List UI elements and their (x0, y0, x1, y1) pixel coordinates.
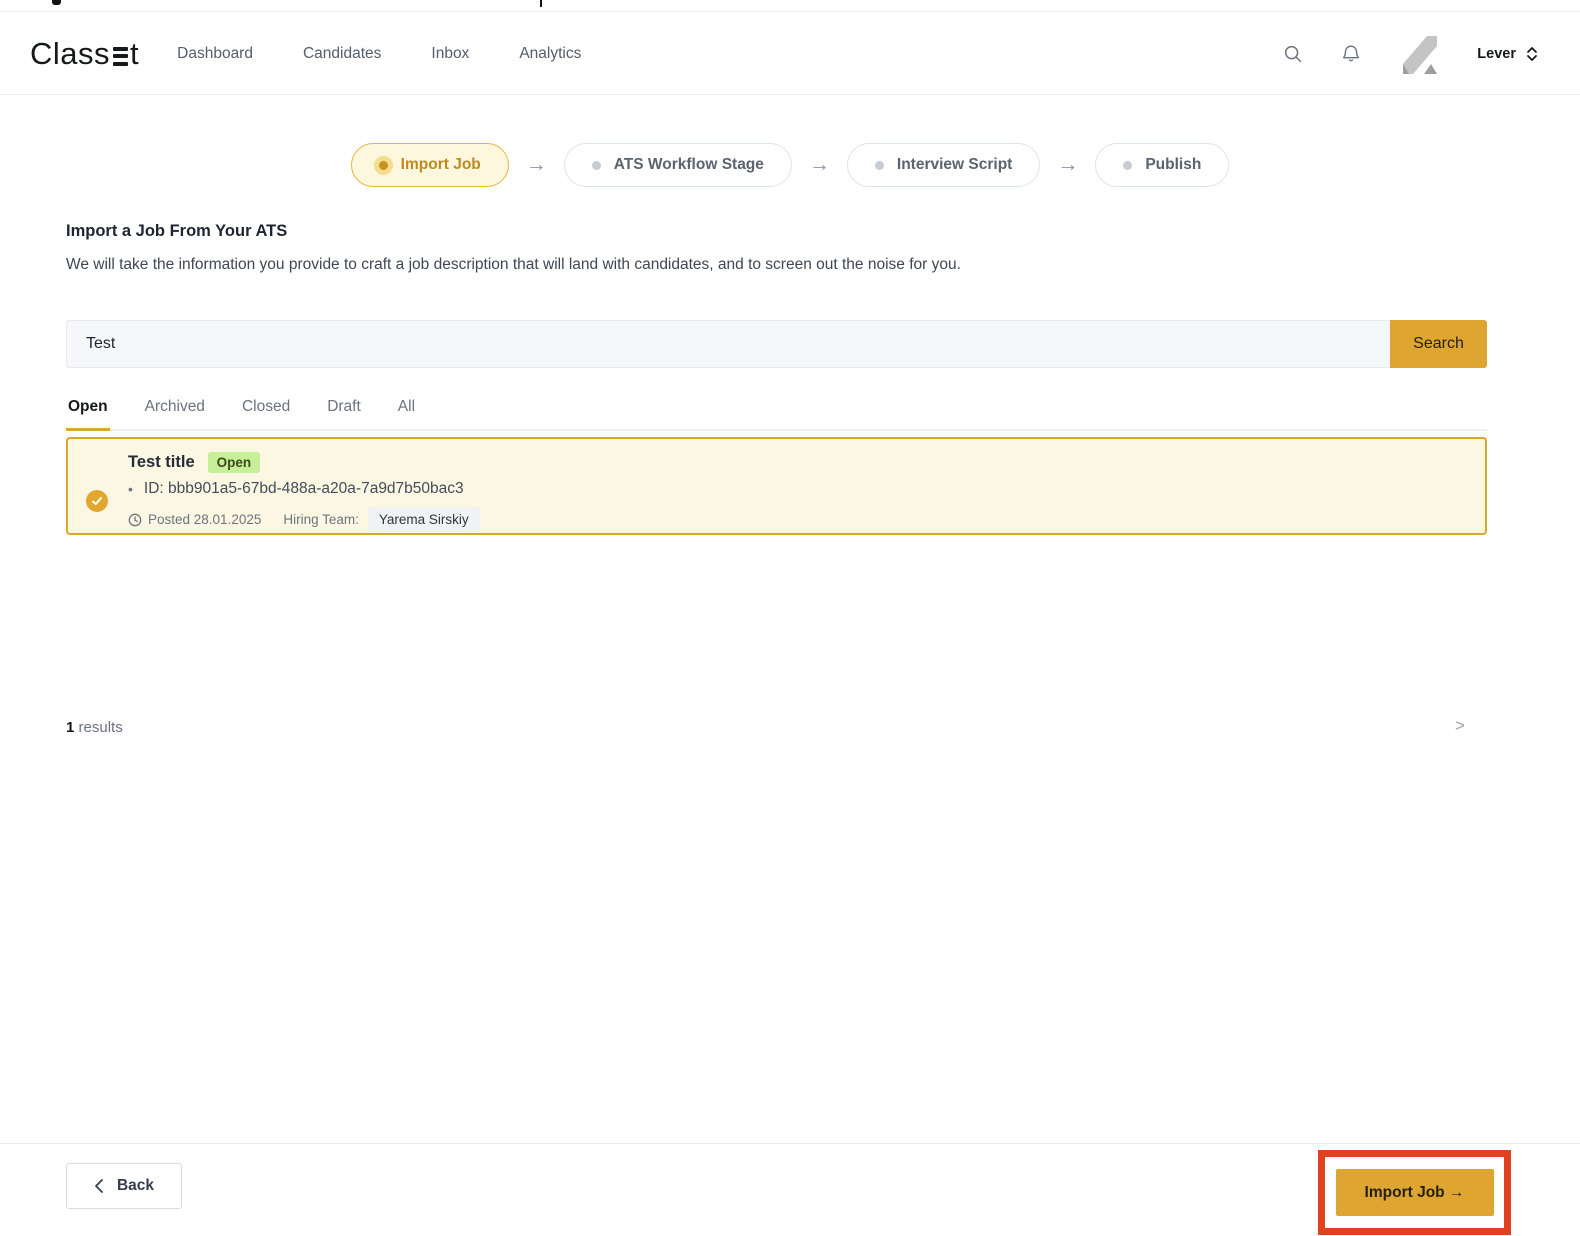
search-button[interactable]: Search (1390, 320, 1487, 368)
step-arrow-icon: → (808, 153, 830, 176)
job-search-bar: Search (66, 320, 1487, 368)
red-highlight-annotation: Import Job → (1318, 1150, 1511, 1235)
tab-open[interactable]: Open (66, 392, 110, 431)
header-right-cluster: Lever (1281, 31, 1538, 76)
wizard-stepper: Import Job → ATS Workflow Stage → Interv… (0, 143, 1580, 187)
page-description: We will take the information you provide… (66, 256, 961, 273)
bullet-icon: • (128, 481, 133, 497)
lever-org-avatar[interactable] (1397, 31, 1444, 76)
page-title: Import a Job From Your ATS (66, 222, 288, 240)
results-label: results (78, 719, 123, 736)
step-interview-script[interactable]: Interview Script (846, 143, 1041, 187)
step-label: ATS Workflow Stage (613, 156, 764, 173)
status-badge: Open (207, 452, 261, 473)
job-result-card[interactable]: Test title Open • ID: bbb901a5-67bd-488a… (66, 437, 1487, 535)
nav-item-dashboard[interactable]: Dashboard (177, 45, 253, 63)
results-count: 1 (66, 719, 75, 736)
hiring-team-label: Hiring Team: (283, 512, 359, 527)
step-dot-icon (378, 160, 388, 170)
step-ats-workflow-stage[interactable]: ATS Workflow Stage (563, 143, 792, 187)
job-title: Test title (128, 453, 195, 471)
search-icon[interactable] (1281, 42, 1305, 66)
logo-e-bars-icon (113, 46, 129, 66)
selected-check-icon (86, 490, 108, 512)
results-summary: 1 results (66, 719, 123, 736)
main-nav: Dashboard Candidates Inbox Analytics (177, 45, 581, 63)
tab-archived[interactable]: Archived (143, 392, 207, 431)
step-dot-icon (1123, 160, 1133, 170)
step-dot-icon (874, 160, 884, 170)
hiring-team-chip: Yarema Sirskiy (367, 507, 480, 532)
step-label: Interview Script (896, 156, 1013, 173)
job-id: ID: bbb901a5-67bd-488a-a20a-7a9d7b50bac3 (143, 480, 464, 497)
nav-item-analytics[interactable]: Analytics (519, 45, 581, 63)
chevron-left-icon (95, 1179, 103, 1193)
job-search-input[interactable] (66, 320, 1390, 368)
tab-all[interactable]: All (396, 392, 417, 431)
tab-closed[interactable]: Closed (240, 392, 292, 431)
footer-divider (0, 1143, 1580, 1144)
clock-icon (128, 513, 142, 527)
chevron-updown-icon (1527, 46, 1537, 61)
step-arrow-icon: → (525, 153, 547, 176)
logo-text-suffix: t (130, 35, 140, 71)
back-label: Back (116, 1177, 155, 1194)
import-job-button[interactable]: Import Job → (1335, 1169, 1494, 1216)
step-publish[interactable]: Publish (1095, 143, 1230, 187)
cutoff-artifact (540, 0, 542, 7)
job-card-body: Test title Open • ID: bbb901a5-67bd-488a… (68, 439, 1485, 532)
tab-draft[interactable]: Draft (325, 392, 363, 431)
step-dot-icon (591, 160, 601, 170)
job-posted-date: Posted 28.01.2025 (148, 512, 262, 527)
step-arrow-icon: → (1057, 153, 1079, 176)
nav-item-inbox[interactable]: Inbox (431, 45, 469, 63)
cutoff-artifact (52, 0, 61, 5)
step-label: Import Job (400, 156, 481, 173)
app-header: Class t Dashboard Candidates Inbox Analy… (0, 13, 1580, 95)
org-name: Lever (1477, 45, 1516, 62)
top-cutoff-strip (0, 0, 1580, 12)
classet-logo[interactable]: Class t (30, 36, 139, 72)
step-label: Publish (1145, 156, 1202, 173)
notifications-bell-icon[interactable] (1339, 42, 1363, 66)
org-switcher[interactable]: Lever (1477, 46, 1538, 62)
status-filter-tabs: Open Archived Closed Draft All (66, 392, 1487, 431)
step-import-job[interactable]: Import Job (350, 143, 509, 187)
nav-item-candidates[interactable]: Candidates (303, 45, 381, 63)
back-button[interactable]: Back (66, 1163, 182, 1209)
logo-text-prefix: Class (30, 35, 111, 71)
pagination-next-icon[interactable]: > (1455, 716, 1465, 736)
